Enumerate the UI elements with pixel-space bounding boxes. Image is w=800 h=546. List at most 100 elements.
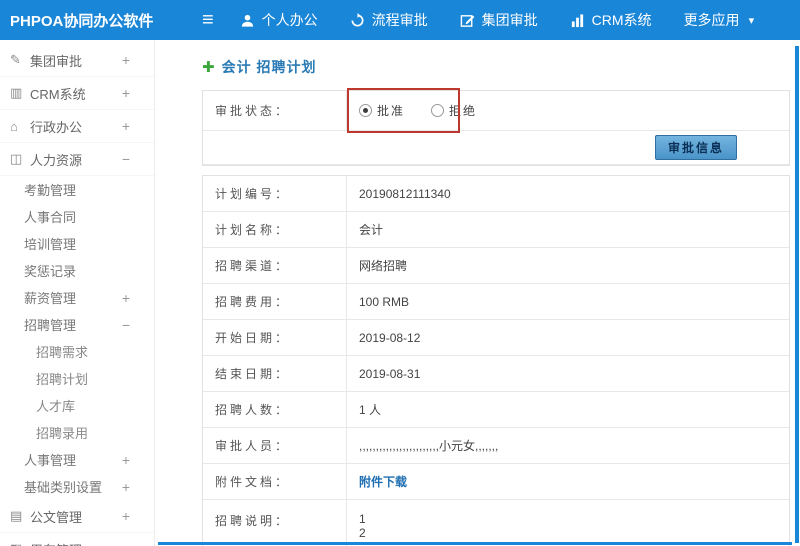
expand-toggle[interactable]: + xyxy=(122,541,130,546)
app-title: PHPOA协同办公软件 xyxy=(10,12,154,30)
table-row: 计划编号： 20190812111340 xyxy=(203,176,789,212)
nav-label: 更多应用 xyxy=(683,12,740,28)
cycle-icon xyxy=(350,12,365,28)
field-label: 计划名称： xyxy=(203,212,347,247)
field-value: 1 人 xyxy=(359,403,382,417)
page-header: ✚ 会计 招聘计划 xyxy=(202,40,790,90)
radio-reject[interactable]: 拒绝 xyxy=(431,102,477,119)
field-label: 招聘说明： xyxy=(203,500,347,546)
sidebar-item-attendance[interactable]: 考勤管理 xyxy=(0,176,154,203)
field-label: 招聘渠道： xyxy=(203,248,347,283)
sidebar-item-vehicle[interactable]: ◧ 用车管理 + xyxy=(0,533,154,546)
chart-icon: ▥ xyxy=(10,85,23,100)
status-label: 审批状态： xyxy=(203,91,347,130)
table-row: 招聘费用： 100 RMB xyxy=(203,284,789,320)
attachment-download-link[interactable]: 附件下载 xyxy=(359,473,407,490)
field-label: 结束日期： xyxy=(203,356,347,391)
radio-reject-control[interactable] xyxy=(431,104,445,117)
office-icon: ⌂ xyxy=(10,118,18,134)
field-value: 会计 xyxy=(359,223,384,237)
field-value: ,,,,,,,,,,,,,,,,,,,,,,,,小元女,,,,,,, xyxy=(359,439,499,453)
nav-crm[interactable]: CRM系统 xyxy=(570,10,652,30)
sidebar-item-hr[interactable]: ◫ 人力资源 − xyxy=(0,143,154,176)
sidebar-item-recruit-hiring[interactable]: 招聘录用 xyxy=(0,419,154,446)
table-row: 审批人员： ,,,,,,,,,,,,,,,,,,,,,,,,小元女,,,,,,, xyxy=(203,428,789,464)
chevron-down-icon: ▾ xyxy=(748,14,755,27)
hamburger-menu-icon[interactable]: ≡ xyxy=(202,9,214,32)
field-label: 招聘人数： xyxy=(203,392,347,427)
plan-detail-table: 计划编号： 20190812111340 计划名称： 会计 招聘渠道： 网络招聘… xyxy=(202,175,790,546)
bar-chart-icon xyxy=(570,13,585,28)
sidebar-item-hr-contract[interactable]: 人事合同 xyxy=(0,203,154,230)
expand-toggle[interactable]: + xyxy=(122,85,130,101)
scrollbar-horizontal[interactable] xyxy=(158,542,792,545)
sidebar-item-talent-pool[interactable]: 人才库 xyxy=(0,392,154,419)
expand-toggle[interactable]: + xyxy=(122,479,130,495)
field-value: 20190812111340 xyxy=(359,186,451,201)
nav-label: 集团审批 xyxy=(481,12,538,28)
plus-icon: ✚ xyxy=(202,59,215,76)
radio-approve-control[interactable] xyxy=(359,104,372,117)
sidebar-item-base-category[interactable]: 基础类别设置 + xyxy=(0,473,154,500)
table-row: 招聘说明： 1 2 xyxy=(203,500,789,546)
table-row: 附件文档： 附件下载 xyxy=(203,464,789,500)
field-value: 2019-08-31 xyxy=(359,366,421,381)
main-content: ✚ 会计 招聘计划 审批状态： 批准 拒绝 审批信息 计划编号： 2019081… xyxy=(155,40,800,546)
edit-square-icon xyxy=(460,13,475,28)
field-label: 开始日期： xyxy=(203,320,347,355)
table-row: 招聘人数： 1 人 xyxy=(203,392,789,428)
nav-label: 个人办公 xyxy=(261,12,318,28)
expand-toggle[interactable]: + xyxy=(122,118,130,134)
sidebar-item-document[interactable]: ▤ 公文管理 + xyxy=(0,500,154,533)
person-icon xyxy=(240,13,255,28)
sidebar-item-salary[interactable]: 薪资管理 + xyxy=(0,284,154,311)
approval-status-table: 审批状态： 批准 拒绝 审批信息 xyxy=(202,88,790,166)
edit-icon: ✎ xyxy=(10,52,21,67)
approval-status-radio-group: 批准 拒绝 xyxy=(359,102,477,119)
sidebar-item-rewards[interactable]: 奖惩记录 xyxy=(0,257,154,284)
sidebar-item-personnel[interactable]: 人事管理 + xyxy=(0,446,154,473)
sidebar-item-recruit-needs[interactable]: 招聘需求 xyxy=(0,338,154,365)
car-icon: ◧ xyxy=(10,541,30,546)
table-row: 计划名称： 会计 xyxy=(203,212,789,248)
page-title: 会计 招聘计划 xyxy=(221,59,317,75)
approve-info-button[interactable]: 审批信息 xyxy=(654,135,737,160)
hr-icon: ◫ xyxy=(10,151,23,166)
sidebar-item-training[interactable]: 培训管理 xyxy=(0,230,154,257)
sidebar-item-recruit-plan[interactable]: 招聘计划 xyxy=(0,365,154,392)
scrollbar-vertical[interactable] xyxy=(795,46,799,543)
table-row: 结束日期： 2019-08-31 xyxy=(203,356,789,392)
field-value: 2019-08-12 xyxy=(359,330,421,345)
sidebar-item-recruitment[interactable]: 招聘管理 − xyxy=(0,311,154,338)
sidebar: ✎ 集团审批 + ▥ CRM系统 + ⌂ 行政办公 + ◫ 人力资源 − 考勤管… xyxy=(0,40,155,546)
field-value: 1 2 xyxy=(359,512,366,540)
field-label: 计划编号： xyxy=(203,176,347,211)
table-row: 开始日期： 2019-08-12 xyxy=(203,320,789,356)
radio-approve[interactable]: 批准 xyxy=(359,102,405,119)
nav-more-apps[interactable]: 更多应用 ▾ xyxy=(684,10,755,30)
expand-toggle[interactable]: + xyxy=(122,290,130,306)
nav-label: 流程审批 xyxy=(371,12,428,28)
sidebar-item-admin-office[interactable]: ⌂ 行政办公 + xyxy=(0,110,154,143)
nav-process-approval[interactable]: 流程审批 xyxy=(350,10,428,30)
expand-toggle[interactable]: + xyxy=(122,452,130,468)
field-value: 100 RMB xyxy=(359,294,410,309)
collapse-toggle[interactable]: − xyxy=(122,151,130,167)
field-label: 招聘费用： xyxy=(203,284,347,319)
nav-group-approval[interactable]: 集团审批 xyxy=(460,10,538,30)
sidebar-item-group-approval[interactable]: ✎ 集团审批 + xyxy=(0,44,154,77)
nav-personal-office[interactable]: 个人办公 xyxy=(240,10,318,30)
nav-label: CRM系统 xyxy=(591,12,652,28)
table-row: 招聘渠道： 网络招聘 xyxy=(203,248,789,284)
collapse-toggle[interactable]: − xyxy=(122,317,130,333)
field-value: 网络招聘 xyxy=(359,259,408,273)
expand-toggle[interactable]: + xyxy=(122,508,130,524)
top-bar: PHPOA协同办公软件 ≡ 个人办公 流程审批 集团审批 CRM系统 更多应用 … xyxy=(0,0,800,40)
sidebar-item-crm[interactable]: ▥ CRM系统 + xyxy=(0,77,154,110)
field-label: 附件文档： xyxy=(203,464,347,499)
expand-toggle[interactable]: + xyxy=(122,52,130,68)
status-row: 审批状态： 批准 拒绝 xyxy=(203,91,789,131)
document-icon: ▤ xyxy=(10,508,23,523)
button-row: 审批信息 xyxy=(203,131,789,165)
field-label: 审批人员： xyxy=(203,428,347,463)
